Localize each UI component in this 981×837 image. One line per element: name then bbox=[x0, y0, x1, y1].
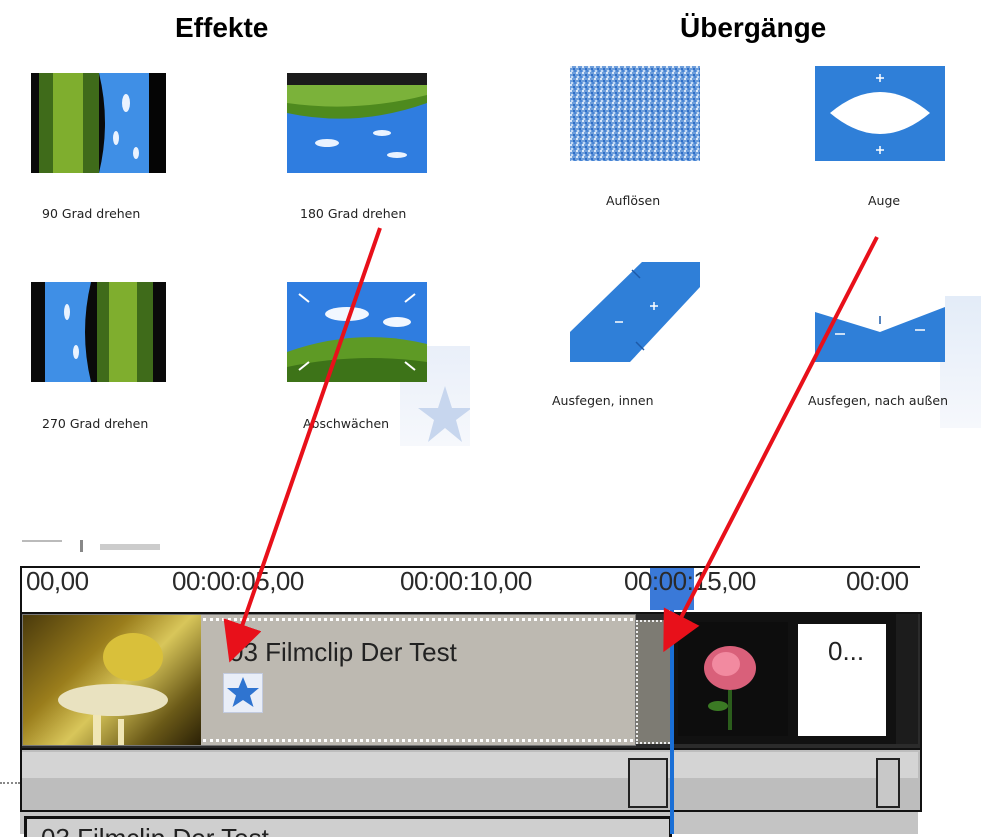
arrow-transition-to-slot bbox=[663, 236, 879, 653]
annotation-arrows bbox=[223, 227, 879, 663]
arrow-effect-to-clip bbox=[223, 227, 382, 663]
